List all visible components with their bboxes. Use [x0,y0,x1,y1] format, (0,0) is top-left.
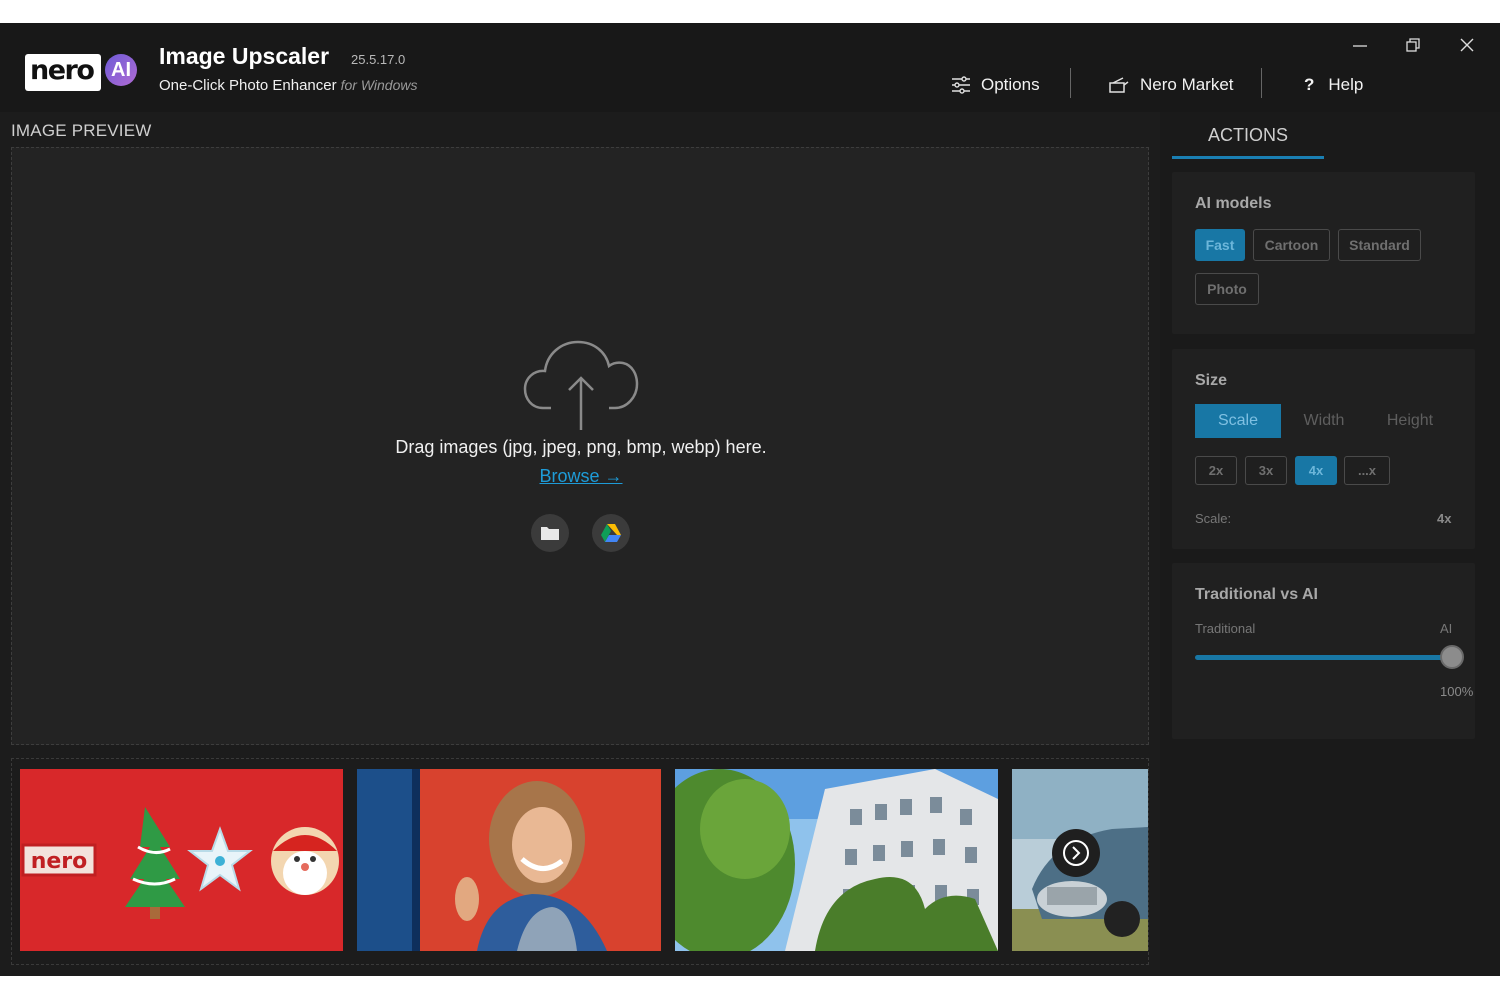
ai-models-card: AI models Fast Cartoon Standard Photo [1172,172,1475,334]
traditional-vs-ai-title: Traditional vs AI [1195,586,1318,603]
sample-vintage-car[interactable] [1012,769,1148,951]
sample-strip: nero [11,758,1149,965]
restore-icon [1406,38,1420,52]
actions-panel: ACTIONS AI models Fast Cartoon Standard … [1160,112,1500,976]
sliders-icon [952,76,970,94]
minimize-button[interactable] [1342,33,1378,57]
scale-3x-button[interactable]: 3x [1245,456,1287,485]
size-card: Size Scale Width Height 2x 3x 4x ...x Sc… [1172,349,1475,549]
nero-market-button[interactable]: Nero Market [1108,73,1234,97]
ai-models-title: AI models [1195,195,1272,212]
nero-market-label: Nero Market [1140,75,1234,94]
christmas-cookies-image: nero [20,769,343,951]
image-drop-zone[interactable]: Drag images (jpg, jpeg, png, bmp, webp) … [11,147,1149,745]
local-folder-button[interactable] [531,514,569,552]
model-photo-button[interactable]: Photo [1195,273,1259,305]
scale-2x-button[interactable]: 2x [1195,456,1237,485]
building-image [675,769,998,951]
google-drive-button[interactable] [592,514,630,552]
app-subtitle: One-Click Photo Enhancer for Windows [159,77,418,94]
restore-button[interactable] [1395,33,1431,57]
model-fast-button[interactable]: Fast [1195,229,1245,261]
model-standard-button[interactable]: Standard [1338,229,1421,261]
size-mode-scale[interactable]: Scale [1195,404,1281,438]
sample-ivy-building[interactable] [675,769,998,951]
scale-4x-button[interactable]: 4x [1295,456,1337,485]
app-title: Image Upscaler [159,43,330,69]
nero-logo: nero [25,54,101,91]
traditional-label: Traditional [1195,621,1256,636]
nav-divider [1261,68,1262,98]
help-label: Help [1328,75,1364,94]
close-icon [1460,38,1474,52]
options-label: Options [981,75,1040,94]
close-button[interactable] [1449,33,1485,57]
sample-christmas-cookies[interactable]: nero [20,769,343,951]
size-mode-height[interactable]: Height [1367,404,1453,438]
blend-slider-track[interactable] [1195,655,1453,660]
title-bar: nero AI Image Upscaler 25.5.17.0 One-Cli… [0,23,1500,112]
help-icon: ? [1304,75,1315,94]
cookie-nero-text: nero [31,849,88,874]
size-mode-width[interactable]: Width [1281,404,1367,438]
tab-actions[interactable]: ACTIONS [1172,112,1324,159]
scale-custom-button[interactable]: ...x [1344,456,1390,485]
market-icon [1109,77,1129,93]
portrait-image [357,769,661,951]
ai-badge-logo: AI [105,54,137,86]
app-version: 25.5.17.0 [351,52,406,67]
size-title: Size [1195,372,1228,389]
ai-label: AI [1440,621,1453,636]
traditional-vs-ai-card: Traditional vs AI Traditional AI 100% [1172,563,1475,739]
next-samples-button[interactable] [1052,829,1100,877]
model-cartoon-button[interactable]: Cartoon [1253,229,1330,261]
scale-value: 4x [1437,511,1452,526]
image-preview-heading: IMAGE PREVIEW [11,121,152,140]
app-subtitle-text: One-Click Photo Enhancer [159,77,337,94]
options-button[interactable]: Options [951,73,1040,97]
cloud-upload-icon [523,340,639,430]
minimize-icon [1353,45,1367,47]
app-platform: for Windows [340,77,418,93]
google-drive-icon [601,524,621,542]
browse-row: Browse → [12,466,1150,487]
blend-slider-handle[interactable] [1440,645,1464,669]
folder-icon [541,527,559,540]
drag-instruction: Drag images (jpg, jpeg, png, bmp, webp) … [395,437,767,457]
blend-percent: 100% [1440,684,1474,699]
chevron-right-icon [1063,840,1089,866]
scale-label: Scale: [1195,511,1232,526]
nav-divider [1070,68,1071,98]
browse-link[interactable]: Browse → [539,466,622,486]
sample-portrait-woman[interactable] [357,769,661,951]
app-window: nero AI Image Upscaler 25.5.17.0 One-Cli… [0,23,1500,976]
help-button[interactable]: ? Help [1304,73,1363,97]
